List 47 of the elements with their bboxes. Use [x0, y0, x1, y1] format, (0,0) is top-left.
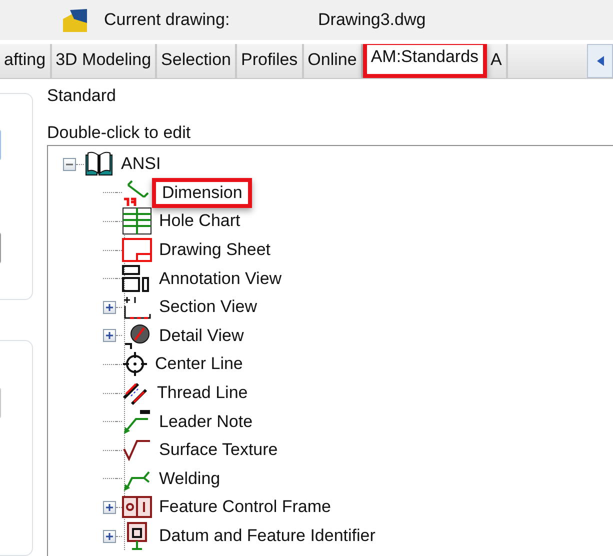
tab[interactable]: afting [0, 44, 52, 78]
scroll-left-button[interactable] [587, 44, 613, 78]
tree-item[interactable]: Hole Chart [156, 210, 244, 232]
tree-item[interactable]: Welding [156, 468, 224, 490]
tree-item[interactable]: Datum and Feature Identifier [156, 525, 378, 548]
plus-icon [105, 532, 114, 541]
tab[interactable]: Selection [157, 44, 237, 78]
expand-toggle[interactable] [103, 500, 116, 514]
tab[interactable]: AM:Standards [362, 44, 487, 78]
drawing-file-icon [62, 7, 88, 33]
tree-item[interactable]: Center Line [152, 353, 246, 376]
tree-item[interactable]: Detail View [156, 324, 247, 347]
tree-item[interactable]: Dimension [152, 178, 252, 208]
thread-icon [122, 380, 150, 406]
frame-icon [122, 496, 152, 518]
tab[interactable]: A [486, 44, 508, 78]
sheet-icon [122, 238, 152, 262]
tab[interactable]: Profiles [236, 44, 304, 78]
tree-item[interactable]: Annotation View [156, 268, 285, 290]
book-icon [84, 151, 114, 178]
detail-icon [122, 322, 152, 350]
collapse-toggle[interactable] [63, 158, 76, 171]
tree-item[interactable]: Thread Line [154, 382, 251, 404]
table-icon [122, 207, 152, 236]
views-icon [122, 264, 152, 293]
expand-toggle[interactable] [103, 300, 116, 314]
tree-item[interactable]: Feature Control Frame [156, 496, 334, 518]
plus-icon [105, 331, 114, 340]
tree-item[interactable]: Leader Note [156, 410, 256, 433]
tree-item[interactable]: Drawing Sheet [156, 239, 274, 262]
expand-toggle[interactable] [103, 329, 116, 342]
tree-label: Double-click to edit [47, 123, 192, 144]
tree-item[interactable]: Surface Texture [156, 439, 281, 462]
current-drawing-label: Current drawing: [104, 10, 231, 30]
crosshair-icon [122, 351, 148, 378]
drawing-name: Drawing3.dwg [318, 10, 426, 30]
surface-icon [122, 439, 152, 462]
expand-toggle[interactable] [103, 530, 116, 543]
leader-icon [122, 408, 152, 435]
tree-item[interactable]: Section View [156, 296, 260, 318]
standard-label: Standard [47, 86, 117, 107]
plus-icon [105, 302, 114, 312]
left-arrow-icon [596, 56, 604, 66]
plus-icon [105, 502, 114, 512]
tree-item[interactable]: ANSI [118, 153, 164, 176]
section-icon [122, 294, 152, 320]
tab[interactable]: 3D Modeling [52, 44, 158, 78]
